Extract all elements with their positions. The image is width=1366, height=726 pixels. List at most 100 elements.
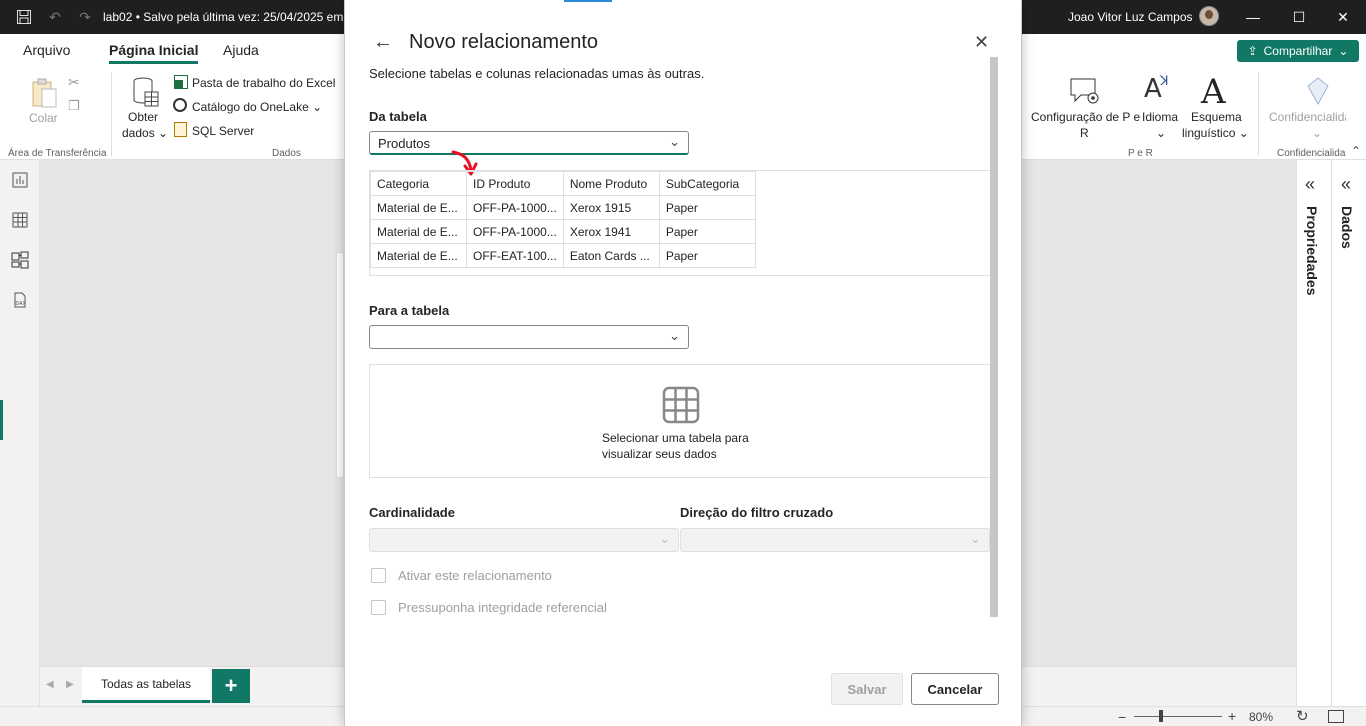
collapse-ribbon-icon[interactable]: ⌃ bbox=[1351, 144, 1361, 158]
table-cell[interactable]: Paper bbox=[658, 243, 756, 268]
view-navigation: DAX bbox=[0, 160, 40, 726]
tab-arquivo[interactable]: Arquivo bbox=[23, 42, 70, 58]
fit-to-page-icon[interactable] bbox=[1328, 710, 1344, 723]
zoom-slider[interactable] bbox=[1134, 716, 1222, 717]
cross-filter-select[interactable]: ⌄ bbox=[680, 528, 990, 552]
dialog-scrollbar[interactable] bbox=[990, 57, 998, 617]
get-data-label-2[interactable]: dados ⌄ bbox=[122, 126, 168, 140]
zoom-level[interactable]: 80% bbox=[1249, 710, 1273, 724]
report-view-icon[interactable] bbox=[10, 170, 30, 190]
table-cell[interactable]: OFF-EAT-100... bbox=[466, 243, 564, 268]
redo-icon[interactable]: ↷ bbox=[76, 8, 94, 26]
table-cell[interactable]: OFF-PA-1000... bbox=[466, 195, 564, 220]
right-panes: « Propriedades « Dados bbox=[1296, 160, 1366, 706]
preview-table: Categoria ID Produto Nome Produto SubCat… bbox=[370, 171, 756, 268]
zoom-slider-thumb[interactable] bbox=[1159, 710, 1163, 722]
referential-integrity-option[interactable]: Pressuponha integridade referencial bbox=[371, 600, 607, 615]
save-button[interactable]: Salvar bbox=[831, 673, 903, 705]
tab-ajuda[interactable]: Ajuda bbox=[223, 42, 259, 58]
dialog-title: Novo relacionamento bbox=[409, 31, 598, 53]
save-icon[interactable] bbox=[15, 8, 33, 26]
table-cell[interactable]: Xerox 1941 bbox=[562, 219, 660, 244]
chevron-down-icon: ⌄ bbox=[1338, 44, 1349, 58]
expand-properties-icon[interactable]: « bbox=[1305, 174, 1315, 195]
sensitivity-icon[interactable] bbox=[1304, 76, 1332, 106]
table-cell[interactable]: Material de E... bbox=[370, 195, 467, 220]
chevron-down-icon: ⌄ bbox=[669, 134, 680, 149]
minimize-button[interactable]: — bbox=[1230, 0, 1276, 34]
data-pane-label[interactable]: Dados bbox=[1339, 206, 1355, 249]
undo-icon[interactable]: ↶ bbox=[46, 8, 64, 26]
chevron-down-icon: ⌄ bbox=[659, 531, 670, 546]
empty-text-2: visualizar seus dados bbox=[602, 447, 717, 461]
tab-pagina-inicial[interactable]: Página Inicial bbox=[109, 42, 199, 64]
qa-setup-label-1: Configuração de P e bbox=[1031, 110, 1141, 124]
from-table-preview: Categoria ID Produto Nome Produto SubCat… bbox=[369, 170, 991, 276]
table-cell[interactable]: OFF-PA-1000... bbox=[466, 219, 564, 244]
scroll-left-icon[interactable]: ◀ bbox=[46, 679, 54, 690]
table-cell[interactable]: Material de E... bbox=[370, 243, 467, 268]
dax-query-view-icon[interactable]: DAX bbox=[10, 290, 30, 310]
divider bbox=[111, 72, 112, 156]
model-view-icon[interactable] bbox=[10, 250, 30, 270]
table-cell[interactable]: Xerox 1915 bbox=[562, 195, 660, 220]
get-data-icon[interactable] bbox=[132, 76, 160, 108]
from-table-label: Da tabela bbox=[369, 109, 427, 124]
integrity-checkbox[interactable] bbox=[371, 600, 386, 615]
close-window-button[interactable]: ✕ bbox=[1320, 0, 1366, 34]
properties-pane-label[interactable]: Propriedades bbox=[1304, 206, 1320, 295]
column-header[interactable]: SubCategoria bbox=[658, 171, 756, 196]
language-label[interactable]: Idioma bbox=[1142, 110, 1178, 124]
sql-server-icon bbox=[174, 122, 187, 137]
activate-checkbox[interactable] bbox=[371, 568, 386, 583]
reset-layout-icon[interactable]: ↻ bbox=[1296, 707, 1309, 725]
cut-icon[interactable]: ✂ bbox=[68, 74, 80, 91]
table-view-icon[interactable] bbox=[10, 210, 30, 230]
divider bbox=[1258, 72, 1259, 156]
new-relationship-dialog: ← Novo relacionamento ✕ Selecione tabela… bbox=[344, 0, 1022, 726]
onelake-catalog-button[interactable]: Catálogo do OneLake ⌄ bbox=[192, 100, 322, 114]
column-header[interactable]: Categoria bbox=[370, 171, 467, 196]
copy-icon[interactable]: ❐ bbox=[68, 98, 80, 114]
share-button[interactable]: ⇪ Compartilhar ⌄ bbox=[1237, 40, 1359, 62]
excel-icon bbox=[174, 75, 188, 89]
linguistic-schema-icon[interactable]: A bbox=[1201, 72, 1226, 112]
table-cell[interactable]: Paper bbox=[658, 195, 756, 220]
paste-icon[interactable] bbox=[30, 77, 60, 109]
table-cell[interactable]: Paper bbox=[658, 219, 756, 244]
add-layout-button[interactable]: + bbox=[212, 669, 250, 703]
header-row: Categoria ID Produto Nome Produto SubCat… bbox=[370, 171, 756, 196]
table-cell[interactable]: Eaton Cards ... bbox=[562, 243, 660, 268]
scroll-right-icon[interactable]: ▶ bbox=[66, 679, 74, 690]
column-header[interactable]: Nome Produto bbox=[562, 171, 660, 196]
language-icon[interactable]: Aꓘ bbox=[1144, 74, 1176, 106]
excel-workbook-button[interactable]: Pasta de trabalho do Excel bbox=[192, 76, 335, 90]
from-table-select[interactable]: Produtos ⌄ bbox=[369, 131, 689, 155]
maximize-button[interactable]: ☐ bbox=[1276, 0, 1322, 34]
zoom-in-icon[interactable]: + bbox=[1228, 708, 1236, 724]
to-table-label: Para a tabela bbox=[369, 303, 450, 318]
table-cell[interactable]: Material de E... bbox=[370, 219, 467, 244]
table-row: Material de E... OFF-PA-1000... Xerox 19… bbox=[370, 195, 756, 220]
tab-all-tables[interactable]: Todas as tabelas bbox=[82, 667, 210, 703]
get-data-label-1: Obter bbox=[128, 110, 159, 124]
zoom-out-icon[interactable]: − bbox=[1118, 709, 1126, 725]
avatar[interactable] bbox=[1199, 6, 1219, 26]
integrity-label: Pressuponha integridade referencial bbox=[398, 600, 607, 615]
close-icon[interactable]: ✕ bbox=[974, 32, 989, 53]
to-table-select[interactable]: ⌄ bbox=[369, 325, 689, 349]
back-arrow-icon[interactable]: ← bbox=[373, 31, 393, 54]
activate-relationship-option[interactable]: Ativar este relacionamento bbox=[371, 568, 552, 583]
qa-setup-icon[interactable] bbox=[1068, 76, 1102, 106]
share-label: Compartilhar bbox=[1263, 44, 1333, 58]
expand-data-icon[interactable]: « bbox=[1341, 174, 1351, 195]
user-name: Joao Vitor Luz Campos bbox=[1068, 10, 1193, 24]
chevron-down-icon: ⌄ bbox=[1156, 126, 1167, 140]
sql-server-button[interactable]: SQL Server bbox=[192, 124, 254, 138]
cardinality-select[interactable]: ⌄ bbox=[369, 528, 679, 552]
from-table-value: Produtos bbox=[378, 136, 431, 151]
onelake-icon bbox=[173, 98, 187, 112]
linguistic-schema-label-2[interactable]: linguístico ⌄ bbox=[1182, 126, 1249, 140]
cancel-button[interactable]: Cancelar bbox=[911, 673, 999, 705]
column-header[interactable]: ID Produto bbox=[466, 171, 564, 196]
